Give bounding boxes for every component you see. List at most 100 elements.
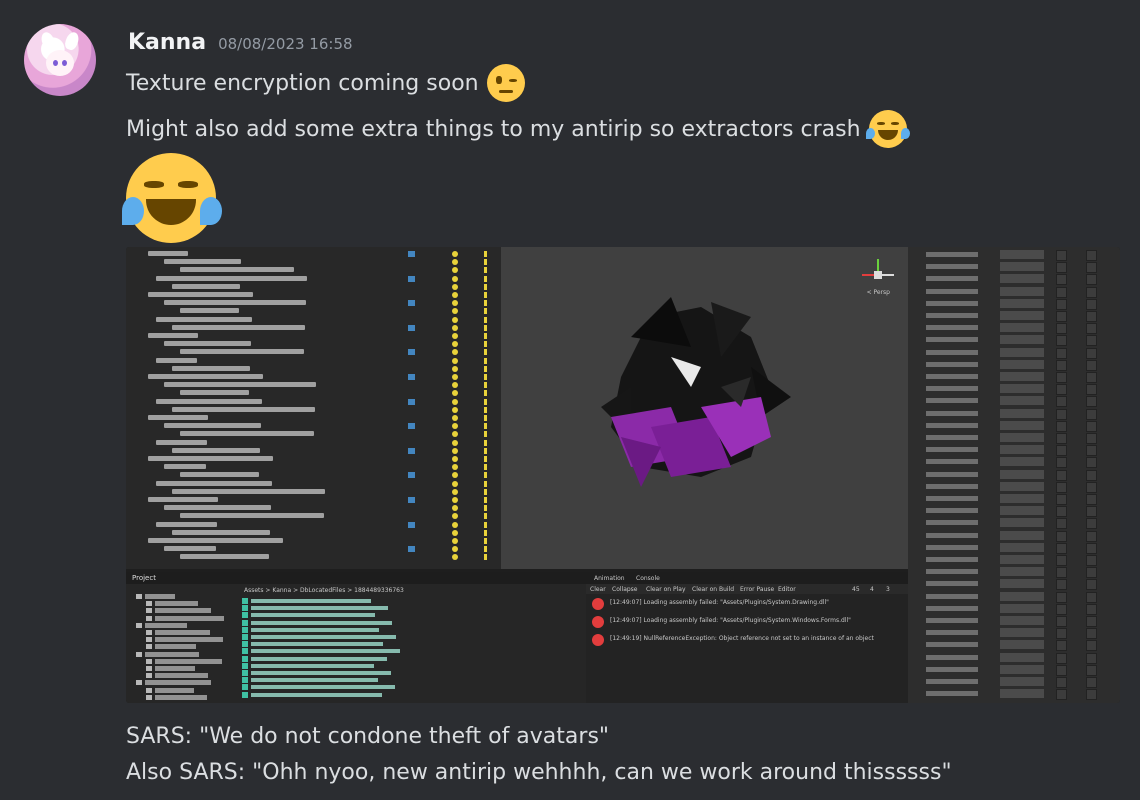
message-timestamp[interactable]: 08/08/2023 16:58 [218,35,352,53]
visibility-icon[interactable] [452,456,458,462]
parameter-checkbox[interactable] [1086,616,1097,627]
parameter-checkbox[interactable] [1086,677,1097,688]
visibility-icon[interactable] [452,251,458,257]
visibility-icon[interactable] [452,292,458,298]
parameter-checkbox[interactable] [1056,616,1067,627]
parameter-checkbox[interactable] [1056,274,1067,286]
parameter-checkbox[interactable] [1056,506,1067,518]
hierarchy-row[interactable] [126,513,501,521]
hierarchy-row[interactable] [126,316,501,325]
parameter-checkbox[interactable] [1086,555,1097,566]
parameter-checkbox[interactable] [1056,481,1067,493]
parameter-checkbox[interactable] [1056,628,1067,640]
hierarchy-row[interactable] [126,439,501,448]
parameter-checkbox[interactable] [1086,262,1097,274]
parameter-checkbox[interactable] [1056,262,1067,274]
hierarchy-row[interactable] [126,267,501,275]
hierarchy-row[interactable] [126,464,501,472]
parameter-type-dropdown[interactable] [1000,494,1044,503]
hierarchy-row[interactable] [126,538,501,546]
clear-on-build-button[interactable]: Clear on Build [692,586,734,593]
parameter-checkbox[interactable] [1086,286,1097,298]
parameter-type-dropdown[interactable] [1000,323,1044,333]
parameter-checkbox[interactable] [1086,494,1097,505]
parameter-type-dropdown[interactable] [1000,250,1044,259]
author-name[interactable]: Kanna [128,30,206,55]
persp-label[interactable]: < Persp [867,289,890,296]
parameter-checkbox[interactable] [1056,555,1067,566]
hierarchy-row[interactable] [126,554,501,562]
visibility-icon[interactable] [452,431,458,438]
parameter-type-dropdown[interactable] [1000,652,1044,662]
parameter-type-dropdown[interactable] [1000,457,1044,467]
hierarchy-row[interactable] [126,275,501,284]
visibility-icon[interactable] [452,267,458,274]
parameter-checkbox[interactable] [1086,530,1097,542]
hierarchy-row[interactable] [126,398,501,407]
error-count[interactable]: 3 [886,586,890,593]
parameter-checkbox[interactable] [1086,591,1097,603]
hierarchy-row[interactable] [126,283,501,292]
parameter-checkbox[interactable] [1056,445,1067,457]
parameter-type-dropdown[interactable] [1000,445,1044,455]
parameter-checkbox[interactable] [1056,579,1067,591]
hierarchy-row[interactable] [126,456,501,464]
parameter-checkbox[interactable] [1086,359,1097,371]
parameter-checkbox[interactable] [1056,518,1067,530]
hierarchy-row[interactable] [126,382,501,390]
hierarchy-row[interactable] [126,292,501,300]
visibility-icon[interactable] [452,447,458,454]
parameter-checkbox[interactable] [1056,433,1067,444]
parameter-checkbox[interactable] [1056,689,1067,701]
parameter-checkbox[interactable] [1086,469,1097,481]
tab-console[interactable]: Console [636,575,660,582]
visibility-icon[interactable] [452,316,458,323]
parameter-checkbox[interactable] [1086,323,1097,335]
visibility-icon[interactable] [452,439,458,446]
visibility-icon[interactable] [452,259,458,266]
visibility-icon[interactable] [452,554,458,561]
hierarchy-row[interactable] [126,488,501,497]
parameter-checkbox[interactable] [1086,457,1097,469]
parameter-type-dropdown[interactable] [1000,677,1044,686]
parameter-checkbox[interactable] [1086,396,1097,408]
hierarchy-row[interactable] [126,324,501,333]
parameter-checkbox[interactable] [1086,335,1097,347]
hierarchy-row[interactable] [126,341,501,349]
parameter-type-dropdown[interactable] [1000,469,1044,479]
console-message-2[interactable]: [12:49:07] Loading assembly failed: "Ass… [610,617,851,624]
parameter-checkbox[interactable] [1056,494,1067,505]
parameter-type-dropdown[interactable] [1000,262,1044,272]
parameter-checkbox[interactable] [1086,347,1097,359]
visibility-icon[interactable] [452,300,458,307]
visibility-icon[interactable] [452,423,458,430]
hierarchy-row[interactable] [126,259,501,267]
visibility-icon[interactable] [452,497,458,503]
visibility-icon[interactable] [452,472,458,479]
tab-animation[interactable]: Animation [594,575,625,582]
visibility-icon[interactable] [452,357,458,364]
parameter-checkbox[interactable] [1056,298,1067,310]
parameter-checkbox[interactable] [1056,603,1067,615]
parameter-checkbox[interactable] [1086,274,1097,286]
parameter-checkbox[interactable] [1056,408,1067,420]
collapse-button[interactable]: Collapse [612,586,638,593]
hierarchy-row[interactable] [126,406,501,415]
visibility-icon[interactable] [452,415,458,421]
parameter-checkbox[interactable] [1086,408,1097,420]
hierarchy-row[interactable] [126,423,501,431]
parameter-checkbox[interactable] [1086,652,1097,664]
hierarchy-row[interactable] [126,374,501,382]
parameter-type-dropdown[interactable] [1000,359,1044,369]
hierarchy-row[interactable] [126,357,501,366]
face-with-tears-of-joy-icon[interactable] [865,110,910,148]
parameter-type-dropdown[interactable] [1000,530,1044,540]
visibility-icon[interactable] [452,538,458,544]
visibility-icon[interactable] [452,349,458,356]
hierarchy-row[interactable] [126,497,501,505]
parameter-type-dropdown[interactable] [1000,335,1044,345]
visibility-icon[interactable] [452,333,458,339]
parameter-checkbox[interactable] [1056,542,1067,554]
clear-button[interactable]: Clear [590,586,606,593]
project-tab[interactable]: Project [126,572,586,584]
